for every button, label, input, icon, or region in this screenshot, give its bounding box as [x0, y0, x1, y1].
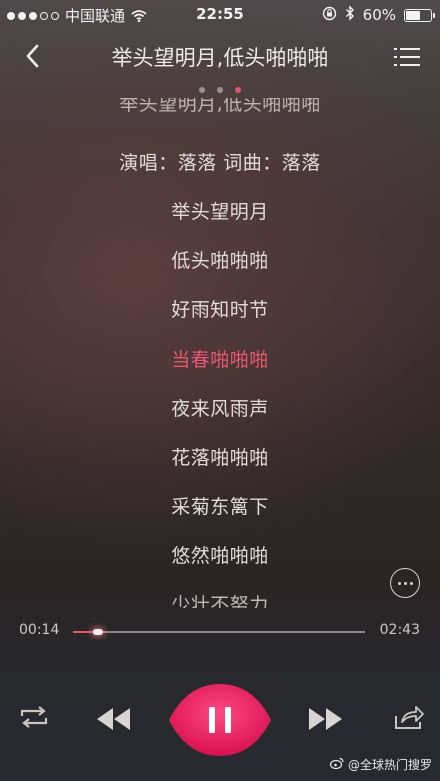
- status-bar: 中国联通 22:55 60%: [0, 0, 440, 30]
- pause-icon: [169, 684, 271, 756]
- watermark-text: @全球热门搜罗: [347, 758, 432, 772]
- watermark: @全球热门搜罗: [329, 756, 432, 773]
- total-time: 02:43: [379, 622, 420, 638]
- page-dot[interactable]: [217, 87, 223, 93]
- share-button[interactable]: [394, 702, 424, 730]
- more-options-button[interactable]: [390, 568, 420, 598]
- battery-icon: [404, 8, 435, 22]
- lyric-line: 采菊东篱下: [171, 496, 269, 519]
- lyric-credits: 演唱：落落 词曲：落落: [119, 152, 321, 174]
- more-dots-icon: [397, 581, 401, 585]
- previous-button[interactable]: [94, 706, 132, 732]
- lyric-line: 举头望明月: [171, 201, 269, 223]
- playback-controls: [0, 680, 440, 760]
- bluetooth-icon: [345, 5, 355, 25]
- next-icon: [309, 708, 342, 730]
- lyric-line: 低头啪啪啪: [171, 250, 269, 273]
- lyric-line: 夜来风雨声: [171, 397, 269, 420]
- pause-button[interactable]: [167, 682, 273, 758]
- page-indicator[interactable]: [0, 87, 440, 93]
- battery-level: [406, 10, 421, 20]
- playlist-icon: [394, 48, 420, 66]
- playlist-button[interactable]: [394, 46, 420, 68]
- back-button[interactable]: [20, 42, 48, 70]
- rotation-lock-icon: [322, 6, 337, 25]
- elapsed-time: 00:14: [19, 622, 60, 638]
- lyric-line: 花落啪啪啪: [171, 447, 269, 469]
- repeat-icon: [20, 706, 48, 728]
- song-title: 举头望明月,低头啪啪啪: [111, 46, 329, 70]
- share-icon: [395, 706, 424, 729]
- weibo-logo-icon: [329, 757, 344, 772]
- page-dot[interactable]: [199, 87, 205, 93]
- battery-percent: 60%: [362, 6, 396, 24]
- status-right: 60%: [322, 5, 435, 25]
- progress-thumb[interactable]: [93, 629, 104, 635]
- lyric-line: 好雨知时节: [171, 299, 269, 322]
- chevron-left-icon: [26, 44, 39, 68]
- lyric-line-partial: 举头望明月,低头啪啪啪: [119, 98, 321, 115]
- lyrics-panel[interactable]: 举头望明月,低头啪啪啪 演唱：落落 词曲：落落 少壮不努力 举头望明月低头啪啪啪…: [0, 98, 440, 608]
- lyric-line-current: 当春啪啪啪: [171, 348, 269, 371]
- lyric-line-partial: 少壮不努力: [171, 594, 269, 608]
- progress-slider[interactable]: [73, 629, 365, 635]
- next-button[interactable]: [307, 706, 345, 732]
- lyric-line: 悠然啪啪啪: [171, 545, 269, 568]
- page-dot[interactable]: [235, 87, 241, 93]
- player-header: 举头望明月,低头啪啪啪: [0, 34, 440, 78]
- repeat-button[interactable]: [18, 704, 50, 730]
- previous-icon: [97, 708, 130, 730]
